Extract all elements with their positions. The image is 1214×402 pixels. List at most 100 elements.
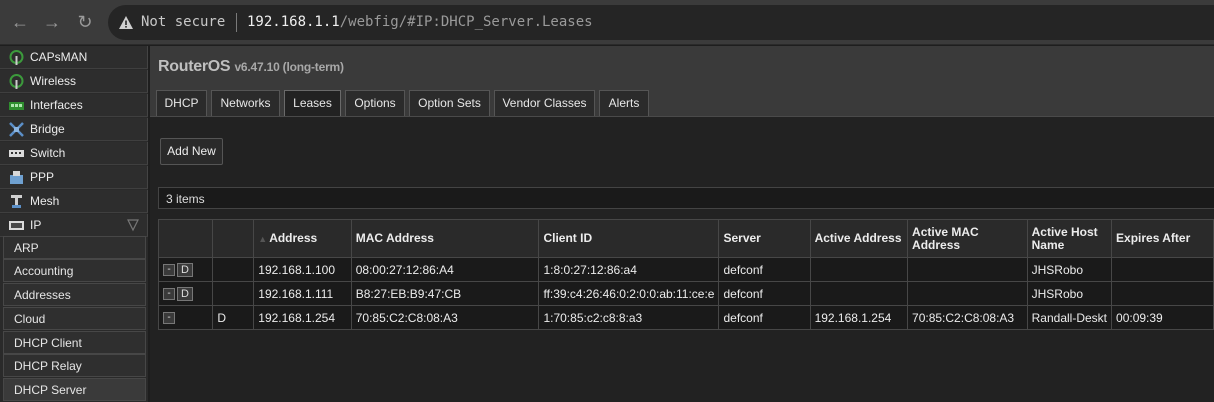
switch-icon [9,150,24,157]
url-path: /webfig/#IP:DHCP_Server.Leases [339,14,593,30]
antenna-icon [9,74,24,89]
cell-server: defconf [718,257,811,282]
sidebar-item-ip[interactable]: IP [0,214,148,237]
column-header-address[interactable]: ▲ Address [253,219,352,258]
cell-active-mac [907,281,1028,306]
submenu-item-label: Cloud [14,312,46,326]
cell-active-address: 192.168.1.254 [809,305,909,330]
column-header-active-mac-address[interactable]: Active MAC Address [907,219,1028,258]
mesh-icon [11,195,22,208]
reload-icon[interactable]: ↻ [74,11,96,33]
forward-icon[interactable]: → [41,11,63,33]
row-actions: -D [157,257,214,282]
table-row[interactable]: - D 192.168.1.254 70:85:C2:C8:08:A3 1:70… [157,305,1214,330]
sidebar-item-label: Wireless [30,74,77,88]
sidebar-item-label: Bridge [30,122,65,136]
sidebar-item-label: Mesh [30,194,60,208]
main-panel: RouterOS v6.47.10 (long-term) DHCP Netwo… [150,46,1214,402]
back-icon[interactable]: ← [9,11,31,33]
submenu-item-accounting[interactable]: Accounting [3,259,146,282]
submenu-item-addresses[interactable]: Addresses [3,283,146,306]
sidebar-item-mesh[interactable]: Mesh [0,190,148,213]
sidebar-item-capsman[interactable]: CAPsMAN [0,46,148,69]
sidebar-item-label: IP [30,218,42,232]
cell-host: JHSRobo [1026,281,1113,306]
address-separator [236,13,237,32]
browser-toolbar: ← → ↻ Not secure 192.168.1.1/webfig/#IP:… [0,0,1214,45]
tab-dhcp[interactable]: DHCP [156,90,207,116]
cell-server: defconf [718,281,811,306]
remove-button[interactable]: - [163,312,175,325]
items-count-bar: 3 items [158,187,1214,209]
submenu-item-dhcp-relay[interactable]: DHCP Relay [3,354,146,377]
cell-mac: 08:00:27:12:86:A4 [350,257,540,282]
ppp-icon [10,171,23,184]
row-actions: - [157,305,214,330]
add-new-button[interactable]: Add New [160,138,223,165]
remove-button[interactable]: - [163,287,175,300]
column-header-server[interactable]: Server [718,219,811,258]
table-row[interactable]: -D 192.168.1.100 08:00:27:12:86:A4 1:8:0… [157,257,1214,282]
cell-host: JHSRobo [1026,257,1113,282]
submenu-item-label: DHCP Server [14,383,87,397]
disable-button[interactable]: D [177,262,193,277]
disable-button[interactable]: D [177,286,193,301]
column-header-expires-after[interactable]: Expires After [1111,219,1214,258]
cell-client-id: 1:8:0:27:12:86:a4 [538,257,720,282]
sidebar-item-label: Switch [30,146,66,160]
sidebar-item-wireless[interactable]: Wireless [0,70,148,93]
tab-networks[interactable]: Networks [211,90,280,116]
tab-leases[interactable]: Leases [284,90,341,117]
header: RouterOS v6.47.10 (long-term) DHCP Netwo… [150,46,1214,117]
url-text[interactable]: 192.168.1.1/webfig/#IP:DHCP_Server.Lease… [247,14,593,30]
sidebar-item-switch[interactable]: Switch [0,142,148,165]
cell-mac: 70:85:C2:C8:08:A3 [350,305,540,330]
submenu-item-label: Accounting [14,264,74,278]
tab-alerts[interactable]: Alerts [599,90,649,116]
submenu-item-dhcp-server[interactable]: DHCP Server [3,378,146,401]
cell-active-address [809,281,909,306]
version-label: v6.47.10 (long-term) [234,60,344,74]
address-bar[interactable]: Not secure 192.168.1.1/webfig/#IP:DHCP_S… [108,5,1214,40]
tab-vendor-classes[interactable]: Vendor Classes [494,90,595,116]
cell-flag [212,257,255,282]
submenu-item-dhcp-client[interactable]: DHCP Client [3,331,146,354]
submenu-item-cloud[interactable]: Cloud [3,307,146,330]
url-host: 192.168.1.1 [247,14,340,30]
antenna-icon [9,50,24,65]
page-title: RouterOS v6.47.10 (long-term) [158,58,344,76]
submenu-item-label: ARP [14,241,39,255]
table-header: ▲ Address MAC Address Client ID Server Ac… [157,219,1214,258]
sidebar-item-bridge[interactable]: Bridge [0,118,148,141]
tab-options[interactable]: Options [345,90,405,116]
interfaces-icon [9,102,24,110]
submenu-item-arp[interactable]: ARP [3,236,146,259]
column-header-active-host-name[interactable]: Active Host Name [1026,219,1113,258]
sidebar: CAPsMAN Wireless Interfaces Bridge Switc… [0,46,148,402]
column-header-mac-address[interactable]: MAC Address [350,219,540,258]
cell-expires [1111,281,1214,306]
warning-icon[interactable] [118,15,134,31]
submenu-item-label: DHCP Relay [14,359,82,373]
security-label[interactable]: Not secure [141,14,225,30]
product-name: RouterOS [158,58,231,75]
cell-expires: 00:09:39 [1111,305,1214,330]
sidebar-item-label: Interfaces [30,98,83,112]
table-row[interactable]: -D 192.168.1.111 B8:27:EB:B9:47:CB ff:39… [157,281,1214,306]
sort-icon: ▲ [258,233,268,244]
submenu-item-label: DHCP Client [14,336,82,350]
bridge-icon [9,122,24,137]
cell-client-id: ff:39:c4:26:46:0:2:0:0:ab:11:ce:e [538,281,720,306]
cell-mac: B8:27:EB:B9:47:CB [350,281,540,306]
remove-button[interactable]: - [163,263,175,276]
column-header-client-id[interactable]: Client ID [538,219,720,258]
column-header-actions [157,219,214,258]
submenu-item-label: Addresses [14,288,71,302]
sidebar-item-ppp[interactable]: PPP [0,166,148,189]
row-actions: -D [157,281,214,306]
sidebar-item-interfaces[interactable]: Interfaces [0,94,148,117]
tab-option-sets[interactable]: Option Sets [409,90,490,116]
cell-address: 192.168.1.254 [253,305,352,330]
column-header-active-address[interactable]: Active Address [809,219,909,258]
submenu-arrow-icon [127,219,139,232]
